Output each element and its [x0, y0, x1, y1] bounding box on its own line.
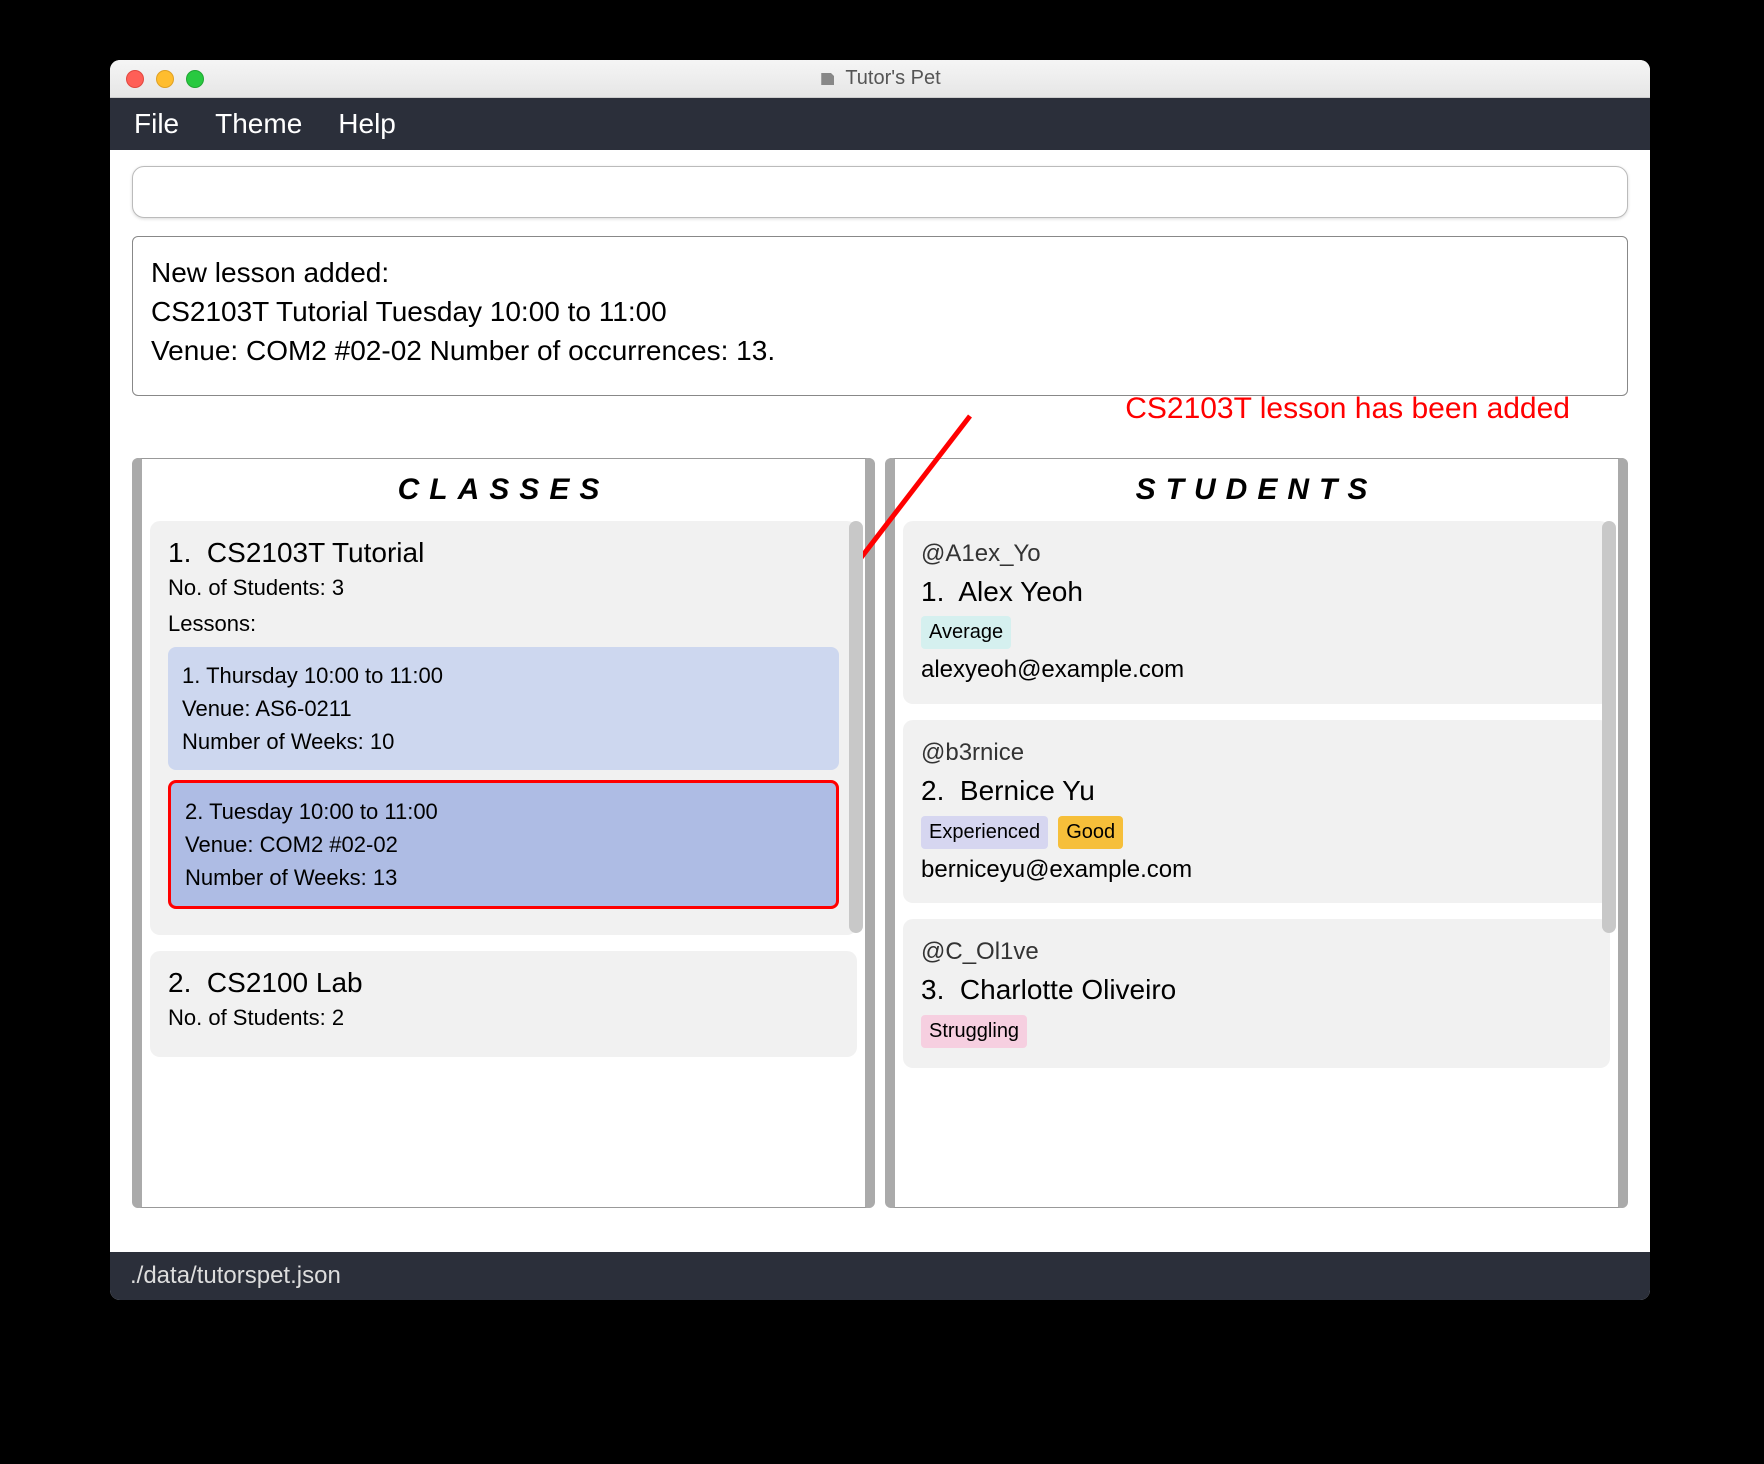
scrollbar[interactable]	[1602, 521, 1616, 933]
classes-header: CLASSES	[142, 459, 865, 521]
command-input[interactable]	[132, 166, 1628, 218]
student-email: berniceyu@example.com	[921, 853, 1592, 888]
student-card[interactable]: @b3rnice 2. Bernice Yu Experienced Good …	[903, 720, 1610, 903]
student-name: 2. Bernice Yu	[921, 771, 1592, 812]
lesson-item-selected[interactable]: 2. Tuesday 10:00 to 11:00 Venue: COM2 #0…	[168, 780, 839, 909]
spacer	[110, 1208, 1650, 1252]
class-title: 2. CS2100 Lab	[168, 967, 839, 999]
lesson-venue: Venue: AS6-0211	[182, 692, 825, 725]
annotation-text: CS2103T lesson has been added	[1125, 392, 1570, 426]
student-tags: Average	[921, 616, 1592, 649]
lesson-item[interactable]: 1. Thursday 10:00 to 11:00 Venue: AS6-02…	[168, 647, 839, 770]
class-student-count: No. of Students: 3	[168, 575, 839, 601]
student-name-text: Alex Yeoh	[958, 576, 1083, 607]
tag-average: Average	[921, 616, 1011, 649]
status-bar: ./data/tutorspet.json	[110, 1252, 1650, 1300]
class-index: 1.	[168, 537, 191, 568]
class-name: CS2103T Tutorial	[207, 537, 424, 568]
student-name: 3. Charlotte Oliveiro	[921, 970, 1592, 1011]
lesson-weeks: Number of Weeks: 13	[185, 861, 822, 894]
student-index: 3.	[921, 974, 944, 1005]
classes-body: 1. CS2103T Tutorial No. of Students: 3 L…	[142, 521, 865, 1207]
class-card[interactable]: 2. CS2100 Lab No. of Students: 2	[150, 951, 857, 1057]
tag-good: Good	[1058, 816, 1123, 849]
result-box: New lesson added: CS2103T Tutorial Tuesd…	[132, 236, 1628, 396]
student-tags: Struggling	[921, 1015, 1592, 1048]
student-handle: @b3rnice	[921, 736, 1592, 771]
classes-panel: CLASSES 1. CS2103T Tutorial No. of Stude…	[132, 458, 875, 1208]
command-area	[110, 150, 1650, 226]
class-student-count: No. of Students: 2	[168, 1005, 839, 1031]
data-file-path: ./data/tutorspet.json	[130, 1262, 341, 1289]
menubar: File Theme Help	[110, 98, 1650, 150]
menu-theme[interactable]: Theme	[215, 108, 302, 140]
student-email: alexyeoh@example.com	[921, 653, 1592, 688]
lesson-heading: 1. Thursday 10:00 to 11:00	[182, 659, 825, 692]
student-card[interactable]: @A1ex_Yo 1. Alex Yeoh Average alexyeoh@e…	[903, 521, 1610, 704]
student-index: 1.	[921, 576, 944, 607]
titlebar: Tutor's Pet	[110, 60, 1650, 98]
student-name-text: Bernice Yu	[960, 775, 1095, 806]
result-area: New lesson added: CS2103T Tutorial Tuesd…	[110, 226, 1650, 396]
window-title-text: Tutor's Pet	[845, 67, 940, 90]
lesson-venue: Venue: COM2 #02-02	[185, 828, 822, 861]
scrollbar[interactable]	[849, 521, 863, 933]
tag-experienced: Experienced	[921, 816, 1048, 849]
content-columns: CLASSES 1. CS2103T Tutorial No. of Stude…	[110, 458, 1650, 1208]
lesson-weeks: Number of Weeks: 10	[182, 725, 825, 758]
lessons-label: Lessons:	[168, 611, 839, 637]
students-header: STUDENTS	[895, 459, 1618, 521]
student-handle: @A1ex_Yo	[921, 537, 1592, 572]
lesson-heading: 2. Tuesday 10:00 to 11:00	[185, 795, 822, 828]
student-tags: Experienced Good	[921, 816, 1592, 849]
students-body: @A1ex_Yo 1. Alex Yeoh Average alexyeoh@e…	[895, 521, 1618, 1207]
class-index: 2.	[168, 967, 191, 998]
student-name: 1. Alex Yeoh	[921, 572, 1592, 613]
menu-help[interactable]: Help	[338, 108, 396, 140]
class-card[interactable]: 1. CS2103T Tutorial No. of Students: 3 L…	[150, 521, 857, 935]
app-icon	[819, 70, 837, 88]
students-panel: STUDENTS @A1ex_Yo 1. Alex Yeoh Average a…	[885, 458, 1628, 1208]
class-name: CS2100 Lab	[207, 967, 363, 998]
tag-struggling: Struggling	[921, 1015, 1027, 1048]
result-line: Venue: COM2 #02-02 Number of occurrences…	[151, 331, 1609, 370]
student-name-text: Charlotte Oliveiro	[960, 974, 1176, 1005]
app-window: Tutor's Pet File Theme Help New lesson a…	[110, 60, 1650, 1300]
menu-file[interactable]: File	[134, 108, 179, 140]
window-title: Tutor's Pet	[110, 67, 1650, 90]
student-card[interactable]: @C_Ol1ve 3. Charlotte Oliveiro Strugglin…	[903, 919, 1610, 1067]
result-line: New lesson added:	[151, 253, 1609, 292]
student-index: 2.	[921, 775, 944, 806]
result-line: CS2103T Tutorial Tuesday 10:00 to 11:00	[151, 292, 1609, 331]
class-title: 1. CS2103T Tutorial	[168, 537, 839, 569]
student-handle: @C_Ol1ve	[921, 935, 1592, 970]
annotation-layer: CS2103T lesson has been added	[110, 396, 1650, 458]
